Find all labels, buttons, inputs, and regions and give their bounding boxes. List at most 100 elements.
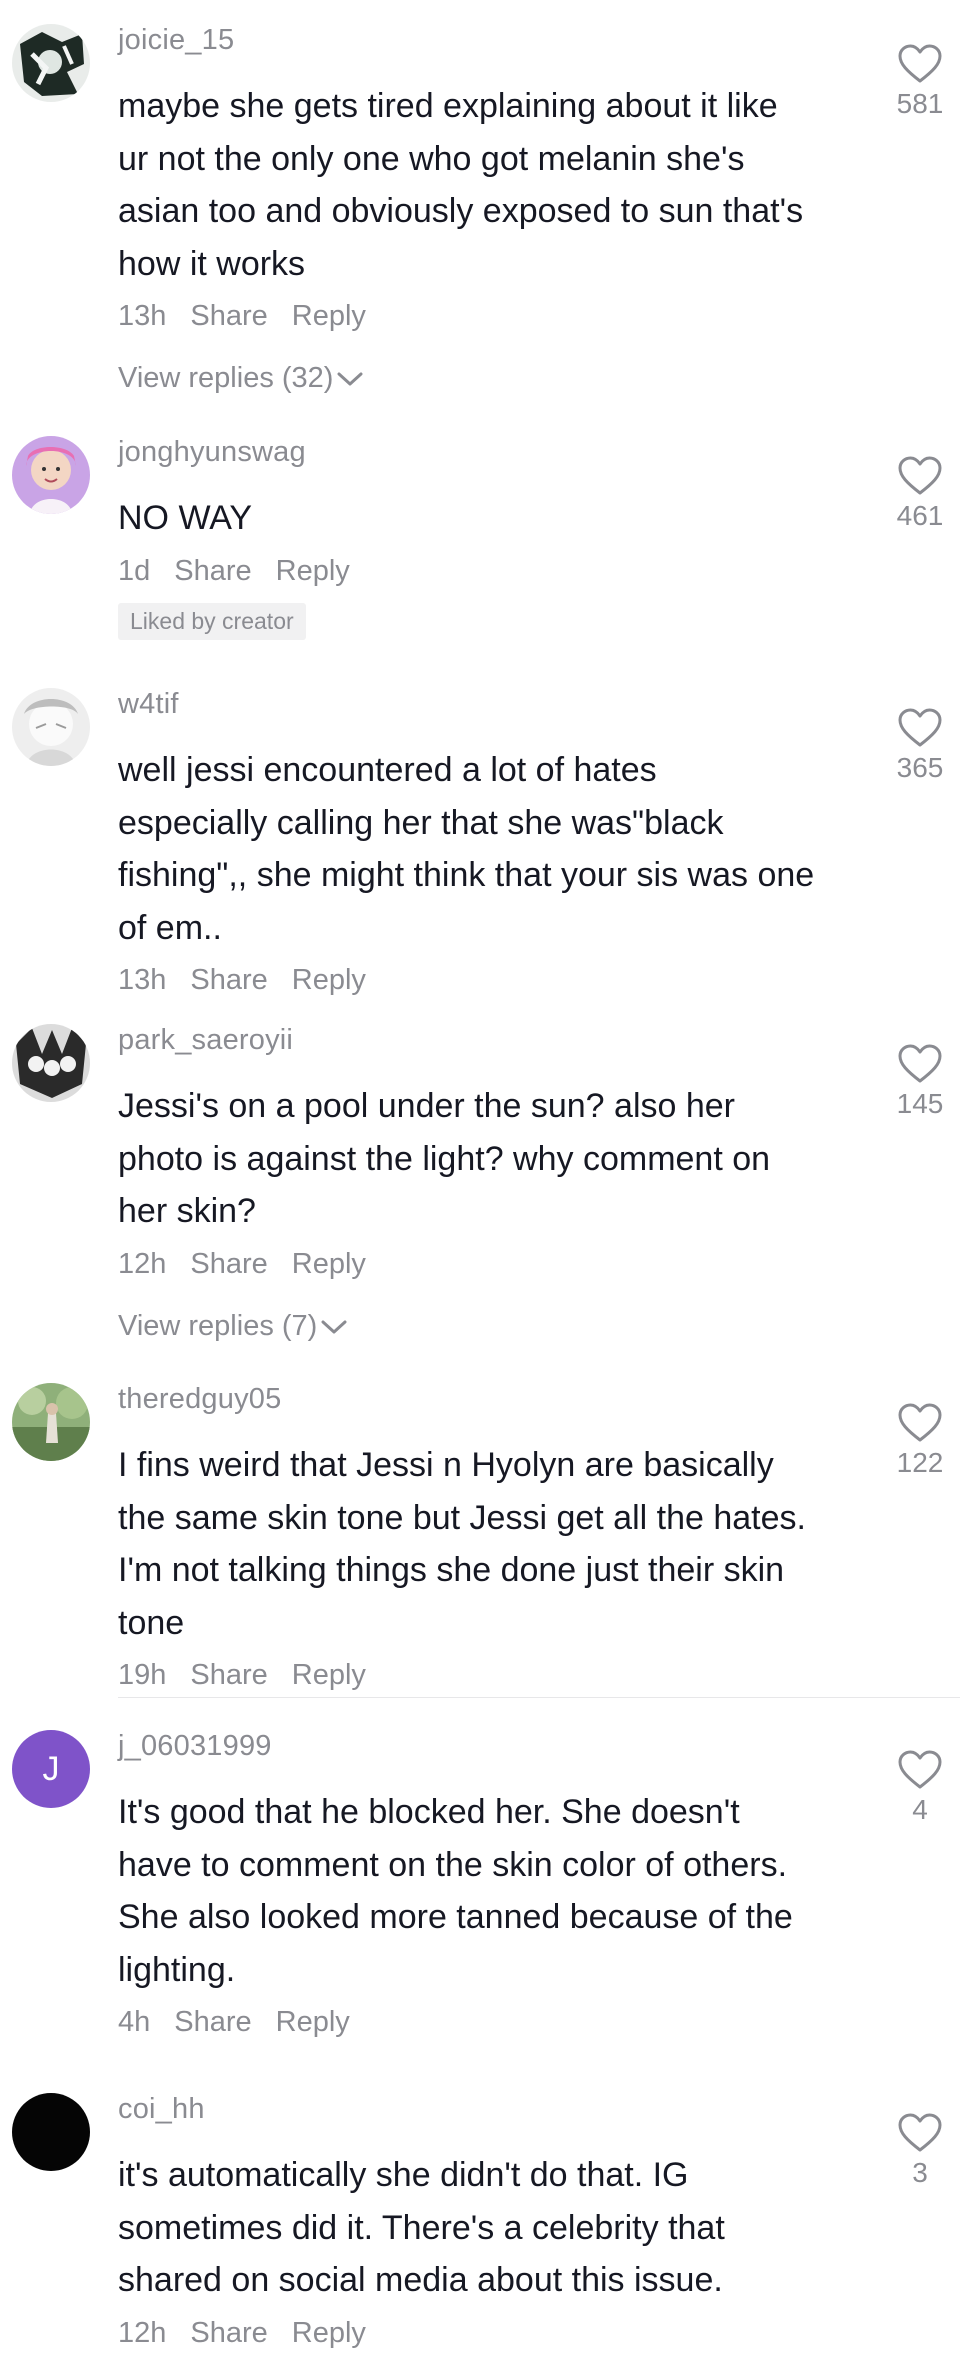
avatar[interactable]	[12, 1383, 90, 1461]
comment-time: 1d	[118, 555, 151, 587]
comment-time: 13h	[118, 300, 167, 332]
divider	[118, 1697, 960, 1698]
share-button[interactable]: Share	[174, 555, 251, 587]
comment-username[interactable]: coi_hh	[118, 2093, 205, 2126]
comment-text: maybe she gets tired explaining about it…	[118, 80, 858, 290]
like-count: 145	[896, 1088, 944, 1119]
comment-line: sometimes did it. There's a celebrity th…	[118, 2208, 725, 2247]
view-replies-label: View replies (32)	[118, 362, 334, 394]
comment-username[interactable]: j_06031999	[118, 1730, 272, 1763]
share-button[interactable]: Share	[190, 964, 267, 996]
comment-line: of em..	[118, 908, 222, 947]
comment-line: her skin?	[118, 1192, 256, 1230]
reply-button[interactable]: Reply	[292, 1248, 366, 1280]
avatar[interactable]	[12, 24, 90, 102]
like-button[interactable]: 365	[880, 707, 960, 784]
comment-username[interactable]: theredguy05	[118, 1383, 281, 1416]
comment-username[interactable]: jonghyunswag	[118, 436, 306, 469]
like-count: 581	[896, 88, 944, 119]
comment-line: ur not the only one who got melanin she'…	[118, 139, 745, 178]
view-replies-button[interactable]: View replies (32)	[118, 362, 363, 395]
comment-text: it's automatically she didn't do that. I…	[118, 2149, 858, 2307]
comment-line: NO WAY	[118, 499, 253, 537]
avatar[interactable]	[12, 436, 90, 514]
comment-meta: 12h Share Reply	[118, 2317, 390, 2350]
comment-line: have to comment on the skin color of oth…	[118, 1845, 788, 1884]
comment-line: I'm not talking things she done just the…	[118, 1551, 785, 1589]
comment-line: She also looked more tanned because of t…	[118, 1898, 793, 1936]
heart-outline-icon	[898, 1403, 942, 1442]
like-count: 365	[896, 752, 944, 783]
comment-line: I fins weird that Jessi n Hyolyn are bas…	[118, 1446, 774, 1484]
like-button[interactable]: 122	[880, 1402, 960, 1479]
like-count: 4	[912, 1794, 928, 1825]
comment-meta: 13h Share Reply	[118, 964, 390, 997]
comment-meta: 13h Share Reply	[118, 300, 390, 333]
view-replies-button[interactable]: View replies (7)	[118, 1310, 347, 1343]
like-button[interactable]: 3	[880, 2112, 960, 2189]
comment-line: It's good that he blocked her. She doesn…	[118, 1793, 740, 1831]
comment-text: Jessi's on a pool under the sun? also he…	[118, 1080, 858, 1238]
comment-username[interactable]: joicie_15	[118, 24, 234, 57]
comment-text: I fins weird that Jessi n Hyolyn are bas…	[118, 1439, 858, 1649]
heart-outline-icon	[898, 708, 942, 747]
comment-meta: 4h Share Reply	[118, 2006, 374, 2039]
like-button[interactable]: 461	[880, 455, 960, 532]
comment-line: fishing",, she might think that your sis…	[118, 856, 815, 894]
comment-meta: 12h Share Reply	[118, 1248, 390, 1281]
comment-line: photo is against the light? why comment …	[118, 1139, 771, 1178]
avatar[interactable]	[12, 1024, 90, 1102]
heart-outline-icon	[898, 456, 942, 495]
comment-line: shared on social media about this issue.	[118, 2261, 723, 2299]
avatar[interactable]	[12, 2093, 90, 2171]
comment-line: asian too and obviously exposed to sun t…	[118, 192, 804, 230]
comment-username[interactable]: w4tif	[118, 688, 179, 721]
chevron-down-icon	[337, 372, 363, 386]
comment-time: 4h	[118, 2006, 151, 2038]
reply-button[interactable]: Reply	[276, 555, 350, 587]
comment-line: maybe she gets tired explaining about it…	[118, 87, 778, 125]
comment-line: how it works	[118, 244, 306, 283]
comment-text: well jessi encountered a lot of hates es…	[118, 744, 858, 954]
comment-line: tone	[118, 1603, 185, 1642]
comment-meta: 19h Share Reply	[118, 1659, 390, 1692]
like-count: 3	[912, 2157, 928, 2188]
comment-line: lighting.	[118, 1950, 236, 1989]
heart-outline-icon	[898, 2113, 942, 2152]
comment-text: It's good that he blocked her. She doesn…	[118, 1786, 858, 1996]
reply-button[interactable]: Reply	[292, 2317, 366, 2349]
heart-outline-icon	[898, 44, 942, 83]
comment-line: well jessi encountered a lot of hates	[118, 751, 657, 789]
reply-button[interactable]: Reply	[292, 964, 366, 996]
like-count: 122	[896, 1447, 944, 1478]
reply-button[interactable]: Reply	[276, 2006, 350, 2038]
comment-line: Jessi's on a pool under the sun? also he…	[118, 1087, 735, 1125]
share-button[interactable]: Share	[174, 2006, 251, 2038]
avatar[interactable]	[12, 688, 90, 766]
reply-button[interactable]: Reply	[292, 1659, 366, 1691]
like-button[interactable]: 4	[880, 1749, 960, 1826]
comment-line: it's automatically she didn't do that. I…	[118, 2156, 689, 2194]
comment-username[interactable]: park_saeroyii	[118, 1024, 293, 1057]
heart-outline-icon	[898, 1750, 942, 1789]
share-button[interactable]: Share	[190, 300, 267, 332]
like-button[interactable]: 145	[880, 1043, 960, 1120]
share-button[interactable]: Share	[190, 1659, 267, 1691]
comment-text: NO WAY	[118, 492, 858, 545]
view-replies-label: View replies (7)	[118, 1310, 318, 1342]
liked-by-creator-badge: Liked by creator	[118, 603, 306, 640]
comment-meta: 1d Share Reply	[118, 555, 374, 588]
comment-line: the same skin tone but Jessi get all the…	[118, 1498, 806, 1537]
heart-outline-icon	[898, 1044, 942, 1083]
share-button[interactable]: Share	[190, 2317, 267, 2349]
reply-button[interactable]: Reply	[292, 300, 366, 332]
comment-time: 19h	[118, 1659, 167, 1691]
share-button[interactable]: Share	[190, 1248, 267, 1280]
comment-time: 13h	[118, 964, 167, 996]
comment-time: 12h	[118, 2317, 167, 2349]
avatar[interactable]: J	[12, 1730, 90, 1808]
like-count: 461	[896, 500, 944, 531]
chevron-down-icon	[321, 1320, 347, 1334]
comment-time: 12h	[118, 1248, 167, 1280]
like-button[interactable]: 581	[880, 43, 960, 120]
